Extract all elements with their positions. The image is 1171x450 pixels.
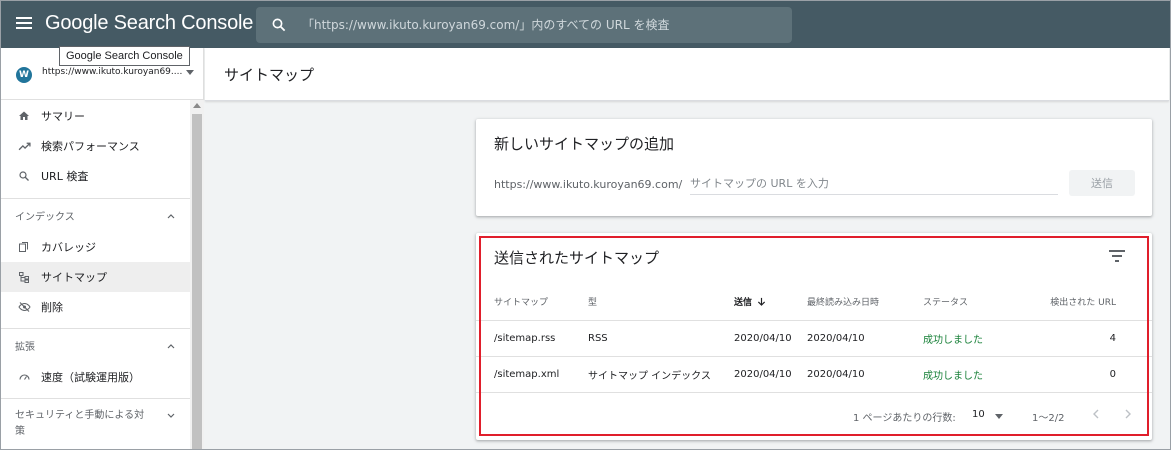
column-header-discovered-urls[interactable]: 検出された URL <box>1031 284 1152 321</box>
wordpress-icon: W <box>16 67 32 83</box>
cell-type: サイトマップ インデックス <box>588 356 734 393</box>
visibility-off-icon <box>17 300 31 314</box>
sidebar-item-label: 検索パフォーマンス <box>41 140 140 153</box>
sidebar-item-label: 速度（試験運用版） <box>41 371 140 384</box>
search-input[interactable] <box>302 7 782 43</box>
chevron-up-icon <box>167 344 175 349</box>
column-header-last-read[interactable]: 最終読み込み日時 <box>807 284 923 321</box>
page-range: 1～2/2 <box>1032 413 1065 424</box>
card-title: 新しいサイトマップの追加 <box>494 135 675 153</box>
sitemap-url-input[interactable] <box>690 173 1058 195</box>
column-header-submitted[interactable]: 送信 <box>734 284 807 321</box>
cell-submitted: 2020/04/10 <box>734 356 807 393</box>
column-header-type[interactable]: 型 <box>588 284 734 321</box>
dropdown-caret-icon <box>186 70 194 75</box>
pagination: 1 ページあたりの行数: 10 1～2/2 <box>476 403 1152 433</box>
trending-up-icon <box>17 139 31 153</box>
sidebar-item-label: サイトマップ <box>41 271 107 284</box>
sitemap-icon <box>17 270 31 284</box>
sidebar: W https://www.ikuto.kuroyan69.... サマリー 検… <box>0 48 204 450</box>
section-label: インデックス <box>15 212 75 223</box>
column-header-status[interactable]: ステータス <box>923 284 1031 321</box>
chevron-down-icon <box>167 413 175 418</box>
scrollbar-thumb[interactable] <box>192 114 202 450</box>
table-row[interactable]: /sitemap.xml サイトマップ インデックス 2020/04/10 20… <box>476 356 1152 393</box>
rows-per-page-label: 1 ページあたりの行数: <box>853 413 956 424</box>
sidebar-item-coverage[interactable]: カバレッジ <box>0 232 190 262</box>
section-index[interactable]: インデックス <box>0 198 190 232</box>
tooltip: Google Search Console <box>59 46 190 66</box>
sidebar-item-removals[interactable]: 削除 <box>0 292 190 322</box>
url-inspection-search[interactable] <box>256 7 792 43</box>
cell-last-read: 2020/04/10 <box>807 356 923 393</box>
section-security[interactable]: セキュリティと手動による対策 <box>0 398 190 450</box>
sidebar-item-summary[interactable]: サマリー <box>0 101 190 131</box>
chevron-down-icon[interactable] <box>995 414 1003 419</box>
table-row[interactable]: /sitemap.rss RSS 2020/04/10 2020/04/10 成… <box>476 320 1152 357</box>
cell-status: 成功しました <box>923 320 1031 357</box>
cell-discovered-urls: 0 <box>1031 356 1152 393</box>
copy-icon <box>17 240 31 254</box>
chevron-up-icon <box>167 214 175 219</box>
search-icon <box>272 18 286 32</box>
section-label: 拡張 <box>15 342 35 353</box>
page-title: サイトマップ <box>224 66 315 84</box>
column-header-label: 送信 <box>734 298 753 309</box>
sidebar-item-url-inspection[interactable]: URL 検査 <box>0 161 190 191</box>
cell-type: RSS <box>588 320 734 357</box>
cell-last-read: 2020/04/10 <box>807 320 923 357</box>
sidebar-item-label: カバレッジ <box>41 241 96 254</box>
scroll-up-arrow-icon[interactable] <box>193 103 201 108</box>
page-header: サイトマップ <box>205 48 1169 101</box>
search-icon <box>17 169 31 183</box>
cell-status: 成功しました <box>923 356 1031 393</box>
sidebar-item-label: 削除 <box>41 301 63 314</box>
sidebar-item-speed[interactable]: 速度（試験運用版） <box>0 362 190 392</box>
cell-sitemap: /sitemap.rss <box>476 320 588 357</box>
home-icon <box>17 109 31 123</box>
cell-sitemap: /sitemap.xml <box>476 356 588 393</box>
column-header-sitemap[interactable]: サイトマップ <box>476 284 588 321</box>
sidebar-item-sitemaps[interactable]: サイトマップ <box>0 262 190 292</box>
top-app-bar: Google Search Console <box>0 0 1171 48</box>
cell-submitted: 2020/04/10 <box>734 320 807 357</box>
submitted-sitemaps-card: 送信されたサイトマップ サイトマップ 型 送信 最終読み込み日時 ステータス 検… <box>476 233 1152 440</box>
sidebar-nav: サマリー 検索パフォーマンス URL 検査 インデックス カバレッジ サイトマッ… <box>0 101 190 450</box>
sitemaps-table: サイトマップ 型 送信 最終読み込み日時 ステータス 検出された URL /si… <box>476 284 1152 393</box>
table-header-row: サイトマップ 型 送信 最終読み込み日時 ステータス 検出された URL <box>476 284 1152 321</box>
chevron-right-icon[interactable] <box>1122 407 1134 421</box>
section-label: セキュリティと手動による対策 <box>15 410 145 437</box>
app-title[interactable]: Google Search Console <box>45 12 253 35</box>
property-url: https://www.ikuto.kuroyan69.... <box>42 67 183 77</box>
sidebar-item-performance[interactable]: 検索パフォーマンス <box>0 131 190 161</box>
sidebar-item-label: URL 検査 <box>41 170 89 183</box>
filter-icon[interactable] <box>1109 250 1125 262</box>
arrow-down-icon <box>757 298 766 307</box>
add-sitemap-card: 新しいサイトマップの追加 https://www.ikuto.kuroyan69… <box>476 119 1152 216</box>
submit-button[interactable]: 送信 <box>1069 170 1135 196</box>
speed-icon <box>17 370 31 384</box>
card-title: 送信されたサイトマップ <box>494 249 660 267</box>
sidebar-item-label: サマリー <box>41 110 85 123</box>
rows-per-page-select[interactable]: 10 <box>972 409 985 420</box>
section-enhancements[interactable]: 拡張 <box>0 328 190 362</box>
menu-icon[interactable] <box>16 17 32 31</box>
chevron-left-icon[interactable] <box>1090 407 1102 421</box>
sidebar-scrollbar[interactable] <box>190 100 204 450</box>
cell-discovered-urls: 4 <box>1031 320 1152 357</box>
url-prefix: https://www.ikuto.kuroyan69.com/ <box>494 178 683 191</box>
